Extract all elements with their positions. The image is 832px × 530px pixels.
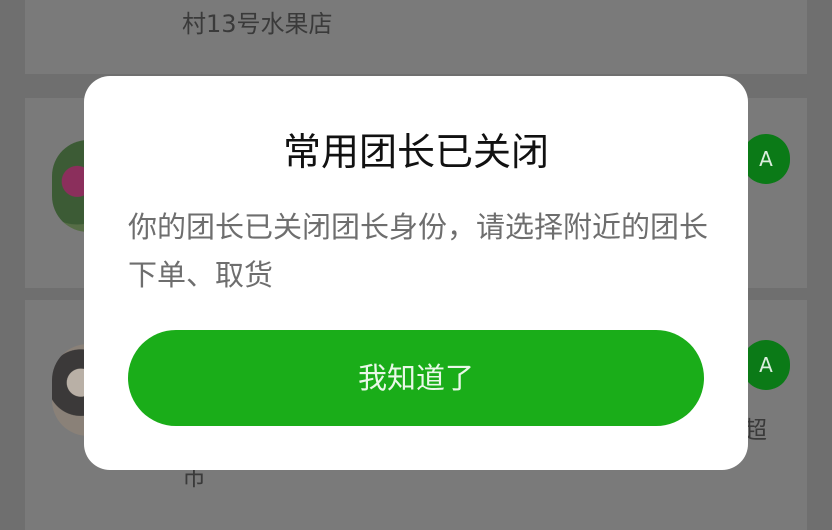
dialog-message: 你的团长已关闭团长身份，请选择附近的团长下单、取货 (128, 210, 709, 292)
dialog-title: 常用团长已关闭 (282, 130, 549, 174)
acknowledge-button[interactable]: 我知道了 (128, 330, 704, 426)
background-card-top (25, 0, 807, 74)
background-action-button-2: A (742, 340, 790, 390)
background-shop-name: 村13号水果店 (182, 10, 333, 38)
